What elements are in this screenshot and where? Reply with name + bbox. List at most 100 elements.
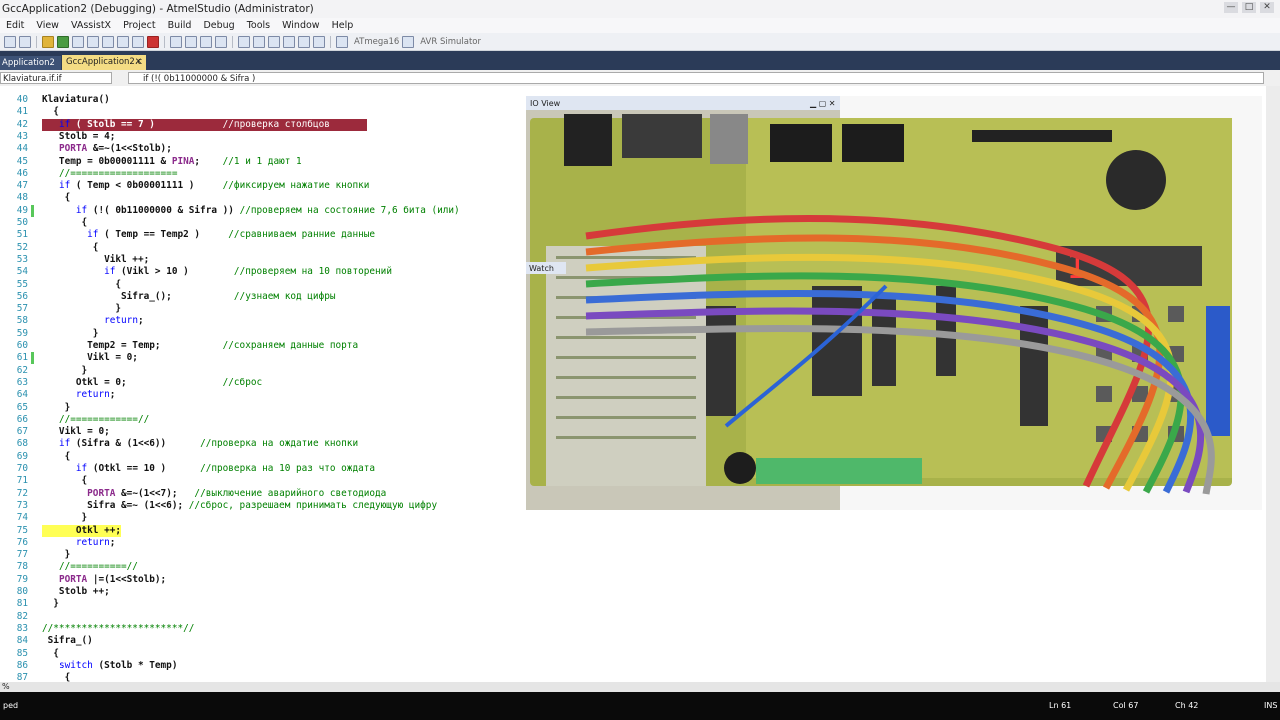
line-number: 46 — [16, 167, 28, 179]
code-line[interactable]: 76 return; — [0, 537, 1280, 549]
step-icon[interactable] — [42, 35, 54, 48]
line-number: 60 — [16, 340, 28, 351]
code-line[interactable]: 84 Sifra_() — [0, 635, 1280, 647]
line-number: 47 — [16, 180, 28, 192]
memory-view-icon[interactable] — [185, 35, 197, 48]
code-text: return; — [75, 389, 116, 401]
code-line[interactable]: 78 //==========// — [0, 561, 1280, 573]
menu-window[interactable]: Window — [276, 18, 325, 33]
run-to-cursor-icon[interactable] — [132, 35, 144, 48]
zoom-level[interactable]: % — [2, 682, 10, 691]
code-line[interactable]: 86 switch (Stolb * Temp) — [0, 660, 1280, 672]
line-number: 71 — [16, 475, 28, 487]
pause-icon[interactable] — [72, 35, 84, 48]
step-over-icon[interactable] — [102, 35, 114, 48]
code-line[interactable]: 82 — [0, 611, 1280, 623]
menu-debug[interactable]: Debug — [197, 18, 240, 33]
menu-tools[interactable]: Tools — [241, 18, 276, 33]
line-number: 65 — [16, 401, 28, 413]
disassembly-icon[interactable] — [200, 35, 212, 48]
outdent-icon[interactable] — [253, 35, 265, 48]
line-number: 68 — [16, 438, 28, 450]
close-button[interactable]: ✕ — [1260, 2, 1274, 13]
code-text: { — [42, 647, 59, 659]
code-text: switch (Stolb * Temp) — [58, 659, 178, 671]
menu-vassistx[interactable]: VAssistX — [65, 18, 117, 33]
menu-project[interactable]: Project — [117, 18, 162, 33]
toolbar-separator — [232, 35, 233, 48]
device-selector[interactable]: ATmega16 — [354, 37, 399, 47]
code-text: return; — [104, 315, 144, 327]
line-number: 62 — [16, 364, 28, 376]
code-line[interactable]: 80 Stolb ++; — [0, 586, 1280, 598]
code-line[interactable]: 77 } — [0, 549, 1280, 561]
window-layout-icon[interactable] — [170, 35, 182, 48]
toolbar-separator — [330, 35, 331, 48]
new-file-icon[interactable] — [4, 35, 16, 48]
code-text: Stolb = 4; — [42, 130, 116, 142]
tool-selector[interactable]: AVR Simulator — [420, 37, 481, 47]
breakpoint-icon[interactable] — [147, 35, 159, 48]
uncomment-icon[interactable] — [283, 35, 295, 48]
tool-icon[interactable] — [402, 35, 415, 48]
next-bookmark-icon[interactable] — [313, 35, 325, 48]
menu-view[interactable]: View — [30, 18, 65, 33]
step-into-icon[interactable] — [87, 35, 99, 48]
line-number: 74 — [16, 512, 28, 524]
line-number: 43 — [16, 130, 28, 142]
toolbar: ATmega16 AVR Simulator — [0, 33, 1280, 51]
code-text: Temp2 = Temp; //сохраняем данные порта — [42, 340, 359, 351]
tab-application2[interactable]: Application2 — [0, 56, 61, 70]
menu-edit[interactable]: Edit — [0, 18, 30, 33]
status-insert-mode: INS — [1264, 701, 1278, 710]
line-number: 61 — [16, 352, 28, 364]
code-line[interactable]: 81 } — [0, 598, 1280, 610]
code-text: } — [42, 303, 122, 315]
vertical-scrollbar[interactable] — [1266, 86, 1280, 692]
code-text: { — [42, 106, 59, 118]
line-number: 64 — [16, 389, 28, 401]
line-number: 73 — [16, 499, 28, 511]
line-number: 41 — [16, 106, 28, 118]
continue-icon[interactable] — [57, 35, 69, 48]
code-text: Vikl ++; — [42, 253, 150, 265]
bookmark-icon[interactable] — [298, 35, 310, 48]
member-dropdown[interactable]: if (!( 0b11000000 & Sifra ) — [128, 72, 1264, 84]
code-line[interactable]: 42 if ( Stolb == 7 ) //проверка столбцов — [0, 118, 367, 131]
device-programming-icon[interactable] — [336, 35, 348, 48]
line-number: 69 — [16, 450, 28, 462]
code-text: if ( Temp == Temp2 ) //сравниваем ранние… — [87, 229, 376, 241]
code-line[interactable]: 83 //***********************// — [0, 623, 1280, 635]
code-text: Otkl ++; — [42, 524, 122, 537]
comment-icon[interactable] — [268, 35, 280, 48]
code-text: { — [42, 217, 88, 228]
save-icon[interactable] — [19, 35, 31, 48]
registers-icon[interactable] — [215, 35, 227, 48]
step-out-icon[interactable] — [117, 35, 129, 48]
close-icon[interactable]: ✕ — [135, 55, 142, 70]
horizontal-scrollbar[interactable]: % — [0, 682, 1280, 692]
code-line[interactable]: 79 PORTA |=(1<<Stolb); — [0, 574, 1280, 586]
minimize-button[interactable]: — — [1224, 2, 1238, 13]
maximize-button[interactable]: □ — [1242, 2, 1256, 13]
code-line[interactable]: 74 } — [0, 512, 1280, 524]
window-controls: — □ ✕ — [1224, 2, 1274, 13]
indent-icon[interactable] — [238, 35, 250, 48]
code-text: } — [42, 549, 71, 561]
code-line[interactable]: 85 { — [0, 648, 1280, 660]
line-number: 77 — [16, 549, 28, 561]
line-number: 42 — [0, 118, 28, 131]
menu-help[interactable]: Help — [326, 18, 360, 33]
scope-dropdown[interactable]: Klaviatura.if.if — [0, 72, 112, 84]
code-text: if (Otkl == 10 ) //проверка на 10 раз чт… — [75, 463, 376, 474]
status-char: Ch 42 — [1175, 701, 1199, 710]
code-text: return; — [75, 536, 116, 548]
code-text: { — [42, 278, 122, 290]
code-line[interactable]: 75 Otkl ++; — [0, 524, 1280, 537]
document-tabs: Application2 GccApplication2.c ✕ — [0, 51, 1280, 70]
code-text: Sifra_() — [42, 635, 93, 647]
menu-build[interactable]: Build — [162, 18, 198, 33]
line-number: 75 — [16, 524, 28, 536]
tab-gccapplication2-c[interactable]: GccApplication2.c ✕ — [62, 55, 146, 70]
line-number: 50 — [16, 217, 28, 228]
